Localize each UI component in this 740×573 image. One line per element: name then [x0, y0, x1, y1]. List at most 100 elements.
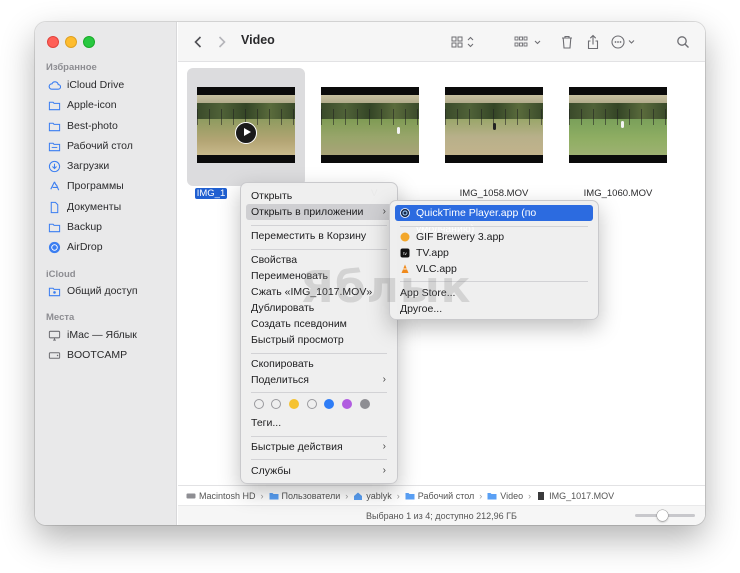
menu-item-move-to-trash[interactable]: Переместить в Корзину — [246, 228, 392, 244]
video-thumbnail — [321, 87, 419, 163]
disk-icon — [48, 351, 61, 359]
disk-icon — [186, 493, 196, 498]
menu-item-tv-app[interactable]: tv TV.app — [395, 245, 593, 261]
menu-item-duplicate[interactable]: Дублировать — [246, 300, 392, 316]
menu-item-quick-look[interactable]: Быстрый просмотр — [246, 332, 392, 348]
vlc-cone-icon — [401, 264, 409, 273]
menu-item-copy[interactable]: Скопировать — [246, 356, 392, 372]
folder-icon — [48, 223, 61, 232]
menu-item-other[interactable]: Другое... — [395, 301, 593, 317]
chevron-right-icon: › — [382, 465, 386, 476]
zoom-window-button[interactable] — [83, 36, 95, 48]
view-mode-button[interactable] — [450, 32, 478, 52]
chevron-left-icon — [194, 36, 202, 48]
tag-color-none[interactable] — [307, 399, 317, 409]
video-thumbnail — [197, 87, 295, 163]
sidebar-section-locations: Места — [46, 312, 75, 323]
menu-item-open-with[interactable]: Открыть в приложении › — [246, 204, 392, 220]
slider-knob[interactable] — [657, 510, 668, 521]
menu-item-make-alias[interactable]: Создать псевдоним — [246, 316, 392, 332]
sidebar-item-label: Загрузки — [67, 160, 110, 172]
sidebar-item-best-photo[interactable]: Best-photo — [48, 118, 118, 134]
group-grid-icon — [514, 36, 541, 47]
file-item[interactable] — [559, 68, 677, 186]
path-item-file[interactable]: IMG_1017.MOV — [536, 491, 614, 501]
tag-color-gray[interactable] — [360, 399, 370, 409]
tag-color-blue[interactable] — [324, 399, 334, 409]
tag-color-purple[interactable] — [342, 399, 352, 409]
menu-item-app-store[interactable]: App Store... — [395, 285, 593, 301]
sidebar-item-applications[interactable]: Программы — [48, 178, 124, 194]
file-item[interactable] — [435, 68, 553, 186]
sidebar-item-documents[interactable]: Документы — [48, 199, 121, 215]
menu-separator — [251, 225, 387, 226]
menu-separator — [251, 459, 387, 460]
path-item-users[interactable]: Пользователи — [269, 491, 340, 501]
menu-item-quicktime-default[interactable]: QuickTime Player.app (по умолчанию) — [395, 205, 593, 235]
video-thumbnail — [569, 87, 667, 163]
sidebar-item-label: Общий доступ — [67, 285, 138, 297]
toolbar: Video — [178, 22, 705, 62]
sidebar-item-icloud-drive[interactable]: iCloud Drive — [48, 77, 124, 93]
sidebar-item-backup[interactable]: Backup — [48, 219, 102, 235]
search-button[interactable] — [674, 32, 692, 52]
menu-item-share[interactable]: Поделиться › — [246, 372, 392, 388]
more-actions-button[interactable] — [610, 32, 640, 52]
path-item-macintosh-hd[interactable]: Macintosh HD — [186, 491, 256, 501]
document-icon — [50, 201, 59, 213]
cloud-icon — [48, 80, 61, 90]
forward-button[interactable] — [214, 32, 230, 52]
sidebar-section-icloud: iCloud — [46, 269, 76, 280]
menu-item-compress[interactable]: Сжать «IMG_1017.MOV» — [246, 284, 392, 300]
sidebar-item-label: AirDrop — [67, 241, 103, 253]
minimize-window-button[interactable] — [65, 36, 77, 48]
desktop-folder-icon — [48, 142, 61, 151]
menu-item-tags[interactable]: Теги... — [246, 415, 392, 431]
close-window-button[interactable] — [47, 36, 59, 48]
path-separator: › — [396, 490, 400, 501]
sidebar-item-bootcamp[interactable]: BOOTCAMP — [48, 347, 127, 363]
path-bar: Macintosh HD › Пользователи › yablyk › Р… — [178, 485, 705, 505]
sidebar-item-desktop[interactable]: Рабочий стол — [48, 138, 133, 154]
menu-separator — [251, 353, 387, 354]
file-item-selected[interactable] — [187, 68, 305, 186]
sidebar-item-imac[interactable]: iMac — Яблык — [48, 327, 137, 343]
menu-separator — [251, 436, 387, 437]
group-button[interactable] — [514, 32, 544, 52]
menu-item-gif-brewery[interactable]: GIF Brewery 3.app — [395, 229, 593, 245]
menu-item-vlc[interactable]: VLC.app — [395, 261, 593, 277]
tag-color-none[interactable] — [271, 399, 281, 409]
tag-color-yellow[interactable] — [289, 399, 299, 409]
sidebar-item-airdrop[interactable]: AirDrop — [48, 239, 103, 255]
share-icon — [587, 34, 599, 50]
menu-item-services[interactable]: Службы › — [246, 463, 392, 479]
folder-icon — [48, 101, 61, 110]
sidebar-item-downloads[interactable]: Загрузки — [48, 158, 109, 174]
share-button[interactable] — [584, 32, 602, 52]
sidebar-item-label: Программы — [67, 180, 124, 192]
trash-icon — [562, 35, 572, 49]
tag-color-row — [254, 399, 384, 411]
path-item-user-home[interactable]: yablyk — [353, 491, 392, 501]
back-button[interactable] — [190, 32, 206, 52]
menu-item-open[interactable]: Открыть — [246, 188, 392, 204]
path-item-video[interactable]: Video — [487, 491, 523, 501]
apple-tv-icon: tv — [400, 248, 410, 258]
tag-color-none[interactable] — [254, 399, 264, 409]
apps-icon — [50, 181, 60, 190]
menu-item-get-info[interactable]: Свойства — [246, 252, 392, 268]
folder-icon — [48, 122, 61, 131]
folder-icon — [405, 492, 415, 499]
menu-item-rename[interactable]: Переименовать — [246, 268, 392, 284]
path-item-desktop[interactable]: Рабочий стол — [405, 491, 474, 501]
sidebar-item-apple-icon[interactable]: Apple-icon — [48, 97, 117, 113]
file-name: IMG_1058.MOV — [459, 188, 529, 199]
delete-button[interactable] — [558, 32, 576, 52]
context-menu: Открыть Открыть в приложении › Перемести… — [240, 182, 398, 484]
sidebar-item-shared[interactable]: Общий доступ — [48, 283, 138, 299]
ellipsis-circle-icon — [611, 35, 635, 49]
file-item[interactable] — [311, 68, 429, 186]
icon-size-slider[interactable] — [635, 510, 695, 521]
file-name-selected[interactable]: IMG_1 — [194, 188, 228, 199]
menu-item-quick-actions[interactable]: Быстрые действия › — [246, 439, 392, 455]
